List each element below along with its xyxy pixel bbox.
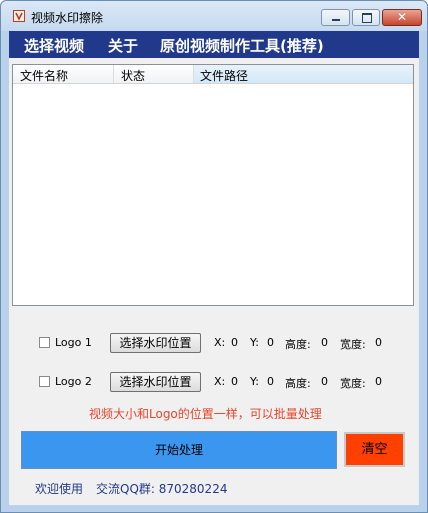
logo2-label: Logo 2: [55, 375, 92, 388]
logo2-y-label: Y:: [250, 375, 259, 388]
welcome-text: 欢迎使用: [35, 482, 84, 496]
file-list[interactable]: 文件名称 状态 文件路径: [12, 64, 414, 306]
client-area: 选择视频 关于 原创视频制作工具(推荐) 文件名称 状态 文件路径 Logo 1…: [9, 31, 419, 505]
logo2-height-value: 0: [321, 375, 328, 388]
qq-group-text: 交流QQ群: 870280224: [96, 482, 228, 496]
logo2-select-position-button[interactable]: 选择水印位置: [110, 372, 201, 392]
logo1-select-position-button[interactable]: 选择水印位置: [110, 333, 201, 353]
menu-bar: 选择视频 关于 原创视频制作工具(推荐): [9, 31, 419, 58]
column-status[interactable]: 状态: [121, 67, 145, 84]
logo2-y-value: 0: [267, 375, 274, 388]
maximize-icon: [362, 13, 372, 23]
minimize-button[interactable]: [321, 9, 350, 26]
logo2-height-label: 高度:: [285, 377, 311, 390]
logo2-width-label: 宽度:: [340, 377, 366, 390]
minimize-icon: [332, 19, 340, 21]
batch-hint-text: 视频大小和Logo的位置一样，可以批量处理: [89, 407, 322, 421]
app-window: 视频水印擦除 ✕ 选择视频 关于 原创视频制作工具(推荐) 文件名称 状态 文件…: [0, 0, 428, 513]
logo1-checkbox[interactable]: [39, 337, 50, 348]
column-file-path[interactable]: 文件路径: [200, 67, 248, 84]
maximize-button[interactable]: [352, 9, 380, 26]
close-icon: ✕: [397, 10, 408, 24]
logo1-y-label: Y:: [250, 336, 259, 349]
start-processing-button[interactable]: 开始处理: [21, 431, 337, 469]
clear-button[interactable]: 清空: [344, 432, 405, 467]
logo1-y-value: 0: [267, 336, 274, 349]
logo1-label: Logo 1: [55, 336, 92, 349]
logo2-x-label: X:: [214, 375, 226, 388]
app-icon: [13, 10, 25, 22]
logo1-width-label: 宽度:: [340, 338, 366, 351]
logo2-width-value: 0: [375, 375, 382, 388]
menu-select-video[interactable]: 选择视频: [24, 35, 84, 56]
window-title: 视频水印擦除: [31, 11, 104, 25]
logo1-x-value: 0: [231, 336, 238, 349]
menu-about[interactable]: 关于: [108, 35, 138, 56]
logo1-height-value: 0: [321, 336, 328, 349]
title-bar[interactable]: 视频水印擦除 ✕: [1, 1, 427, 31]
logo2-x-value: 0: [231, 375, 238, 388]
logo2-checkbox[interactable]: [39, 376, 50, 387]
menu-video-tool[interactable]: 原创视频制作工具(推荐): [160, 35, 324, 56]
close-button[interactable]: ✕: [382, 9, 422, 26]
logo1-height-label: 高度:: [285, 338, 311, 351]
logo1-width-value: 0: [375, 336, 382, 349]
column-file-name[interactable]: 文件名称: [20, 67, 68, 84]
logo1-x-label: X:: [214, 336, 226, 349]
file-list-header: 文件名称 状态 文件路径: [13, 65, 413, 84]
